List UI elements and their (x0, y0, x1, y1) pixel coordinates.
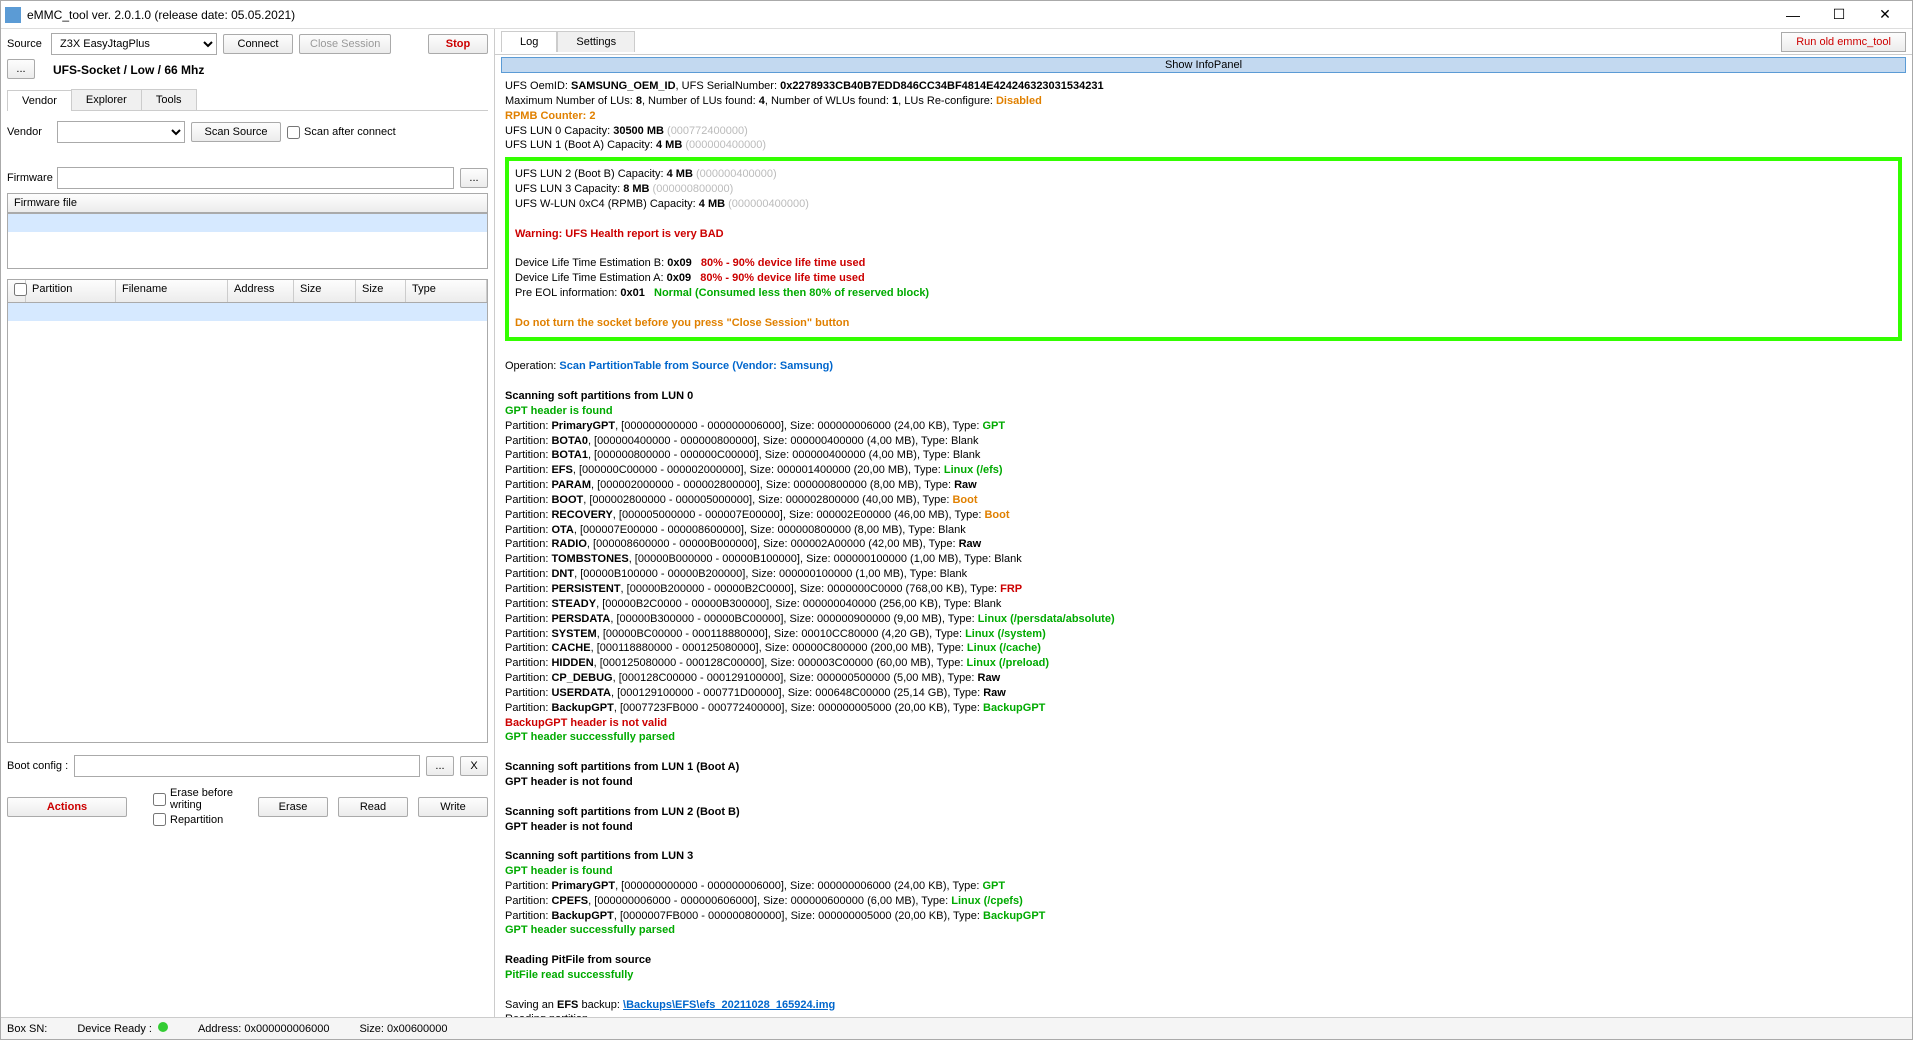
status-address: Address: 0x000000006000 (198, 1023, 330, 1035)
tab-settings[interactable]: Settings (557, 31, 635, 52)
actions-button[interactable]: Actions (7, 797, 127, 817)
close-button[interactable]: ✕ (1862, 1, 1908, 29)
close-session-button[interactable]: Close Session (299, 34, 391, 54)
app-icon (5, 7, 21, 23)
col-type[interactable]: Type (406, 280, 487, 302)
status-box-sn: Box SN: (7, 1023, 47, 1035)
titlebar: eMMC_tool ver. 2.0.1.0 (release date: 05… (1, 1, 1912, 29)
col-filename[interactable]: Filename (116, 280, 228, 302)
run-old-button[interactable]: Run old emmc_tool (1781, 32, 1906, 52)
statusbar: Box SN: Device Ready : Address: 0x000000… (1, 1017, 1912, 1039)
erase-before-checkbox[interactable]: Erase before writing (153, 787, 252, 811)
firmware-label: Firmware (7, 172, 51, 184)
scan-after-connect-checkbox[interactable]: Scan after connect (287, 126, 396, 139)
col-size2[interactable]: Size (356, 280, 406, 302)
left-tabs: Vendor Explorer Tools (7, 89, 488, 111)
col-partition[interactable]: Partition (26, 280, 116, 302)
firmware-file-list[interactable] (7, 213, 488, 269)
connect-button[interactable]: Connect (223, 34, 293, 54)
tab-vendor[interactable]: Vendor (7, 90, 72, 111)
status-dot-icon (158, 1022, 168, 1032)
left-panel: Source Z3X EasyJtagPlus Connect Close Se… (1, 29, 495, 1017)
col-address[interactable]: Address (228, 280, 294, 302)
tab-tools[interactable]: Tools (141, 89, 197, 110)
vendor-select[interactable] (57, 121, 185, 143)
firmware-browse-button[interactable]: ... (460, 168, 488, 188)
boot-config-input[interactable] (74, 755, 420, 777)
source-select[interactable]: Z3X EasyJtagPlus (51, 33, 217, 55)
write-button[interactable]: Write (418, 797, 488, 817)
right-panel: Log Settings Run old emmc_tool Show Info… (495, 29, 1912, 1017)
show-infopanel-bar[interactable]: Show InfoPanel (501, 57, 1906, 73)
boot-config-label: Boot config : (7, 760, 68, 772)
dots-button[interactable]: ... (7, 59, 35, 79)
window-title: eMMC_tool ver. 2.0.1.0 (release date: 05… (27, 8, 1770, 22)
socket-info: UFS-Socket / Low / 66 Mhz (41, 59, 204, 79)
status-size: Size: 0x00600000 (359, 1023, 447, 1035)
scan-source-button[interactable]: Scan Source (191, 122, 281, 142)
col-size1[interactable]: Size (294, 280, 356, 302)
minimize-button[interactable]: — (1770, 1, 1816, 29)
firmware-input[interactable] (57, 167, 454, 189)
read-button[interactable]: Read (338, 797, 408, 817)
repartition-checkbox[interactable]: Repartition (153, 813, 252, 826)
maximize-button[interactable]: ☐ (1816, 1, 1862, 29)
log-area[interactable]: UFS OemID: SAMSUNG_OEM_ID, UFS SerialNum… (495, 75, 1912, 1017)
tab-log[interactable]: Log (501, 31, 557, 52)
firmware-file-header: Firmware file (7, 193, 488, 213)
source-label: Source (7, 38, 45, 50)
status-device-ready: Device Ready : (77, 1022, 168, 1035)
partition-table-header: Partition Filename Address Size Size Typ… (7, 279, 488, 303)
partition-table-body[interactable] (7, 303, 488, 743)
tab-explorer[interactable]: Explorer (71, 89, 142, 110)
boot-config-browse-button[interactable]: ... (426, 756, 454, 776)
vendor-label: Vendor (7, 126, 51, 138)
boot-config-clear-button[interactable]: X (460, 756, 488, 776)
erase-button[interactable]: Erase (258, 797, 328, 817)
stop-button[interactable]: Stop (428, 34, 488, 54)
